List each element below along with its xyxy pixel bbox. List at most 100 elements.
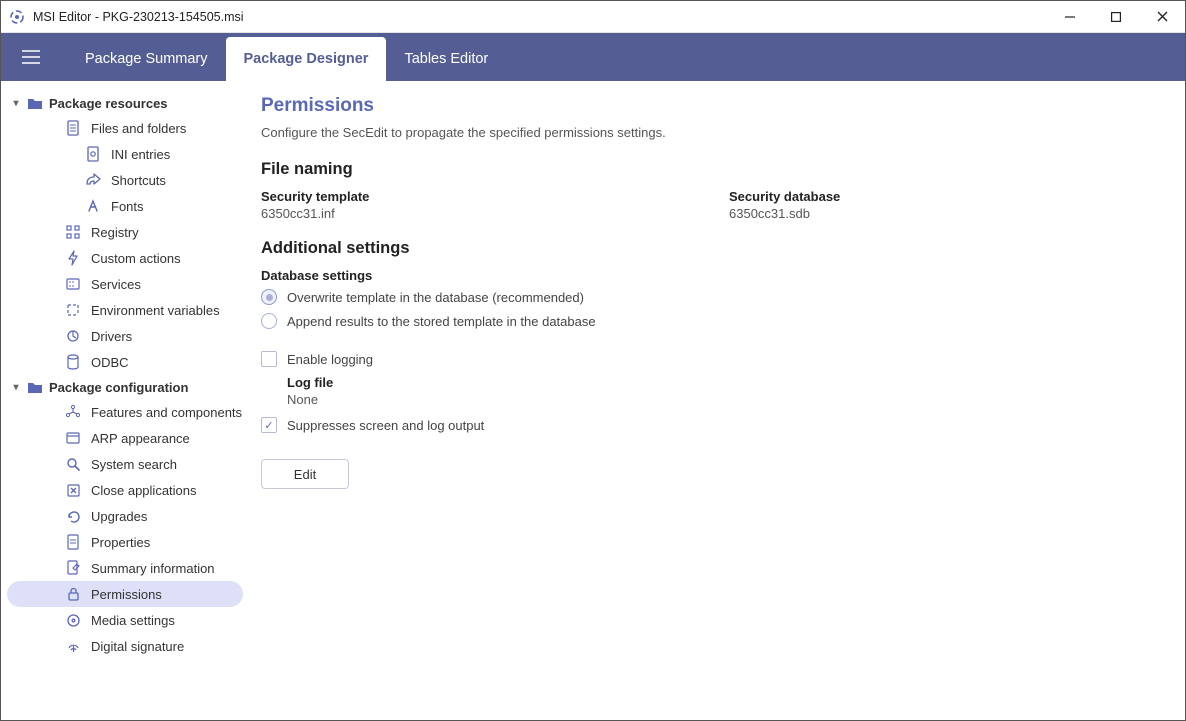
checkbox-enable-logging[interactable]: Enable logging: [261, 351, 1157, 367]
checkbox-suppress-output[interactable]: ✓ Suppresses screen and log output: [261, 417, 1157, 433]
minimize-button[interactable]: [1047, 1, 1093, 33]
sidebar-item-label: Summary information: [91, 561, 215, 576]
maximize-button[interactable]: [1093, 1, 1139, 33]
sidebar-item-shortcuts[interactable]: Shortcuts: [7, 167, 243, 193]
chevron-down-icon: ▾: [11, 98, 21, 109]
tab-tables-editor[interactable]: Tables Editor: [386, 37, 506, 81]
sidebar-item-close-apps[interactable]: Close applications: [7, 477, 243, 503]
drivers-icon: [65, 328, 81, 344]
sidebar-item-label: Properties: [91, 535, 150, 550]
sidebar-item-system-search[interactable]: System search: [7, 451, 243, 477]
security-template-field: Security template 6350cc31.inf: [261, 189, 689, 221]
close-app-icon: [65, 482, 81, 498]
radio-label: Append results to the stored template in…: [287, 314, 596, 329]
edit-doc-icon: [65, 560, 81, 576]
sidebar-item-ini[interactable]: INI entries: [7, 141, 243, 167]
titlebar-controls: [1047, 1, 1185, 33]
disc-icon: [65, 612, 81, 628]
sidebar-item-permissions[interactable]: Permissions: [7, 581, 243, 607]
sidebar-item-odbc[interactable]: ODBC: [7, 349, 243, 375]
log-file-field: Log file None: [287, 375, 1157, 407]
content-panel: Permissions Configure the SecEdit to pro…: [249, 81, 1185, 720]
security-database-value: 6350cc31.sdb: [729, 206, 1157, 221]
properties-icon: [65, 534, 81, 550]
services-icon: [65, 276, 81, 292]
tree-group-resources[interactable]: ▾ Package resources: [7, 91, 243, 115]
log-file-value: None: [287, 392, 1157, 407]
sidebar-item-label: Upgrades: [91, 509, 147, 524]
registry-icon: [65, 224, 81, 240]
checkbox-label: Enable logging: [287, 352, 373, 367]
radio-icon: [261, 289, 277, 305]
radio-overwrite[interactable]: Overwrite template in the database (reco…: [261, 289, 1157, 305]
body: ▾ Package resources Files and folders IN…: [1, 81, 1185, 720]
hamburger-menu[interactable]: [11, 37, 51, 77]
sidebar-item-files-folders[interactable]: Files and folders: [7, 115, 243, 141]
sidebar-item-label: Drivers: [91, 329, 132, 344]
radio-append[interactable]: Append results to the stored template in…: [261, 313, 1157, 329]
sidebar-item-fonts[interactable]: Fonts: [7, 193, 243, 219]
sidebar-item-label: Custom actions: [91, 251, 181, 266]
sidebar-item-label: Permissions: [91, 587, 162, 602]
sidebar-item-upgrades[interactable]: Upgrades: [7, 503, 243, 529]
sidebar-item-services[interactable]: Services: [7, 271, 243, 297]
sidebar-item-label: Registry: [91, 225, 139, 240]
ini-icon: [85, 146, 101, 162]
sidebar-item-label: Shortcuts: [111, 173, 166, 188]
sidebar-item-arp[interactable]: ARP appearance: [7, 425, 243, 451]
page-title: Permissions: [261, 95, 1157, 117]
lock-icon: [65, 586, 81, 602]
ribbon: Package Summary Package Designer Tables …: [1, 33, 1185, 81]
sidebar-item-label: Environment variables: [91, 303, 220, 318]
sidebar-item-label: Features and components: [91, 405, 242, 420]
sidebar-item-registry[interactable]: Registry: [7, 219, 243, 245]
sidebar-item-label: INI entries: [111, 147, 170, 162]
checkbox-label: Suppresses screen and log output: [287, 418, 484, 433]
sidebar-item-label: Close applications: [91, 483, 197, 498]
titlebar-left: MSI Editor - PKG-230213-154505.msi: [9, 9, 244, 25]
sidebar-item-features[interactable]: Features and components: [7, 399, 243, 425]
sidebar-item-summary-info[interactable]: Summary information: [7, 555, 243, 581]
app-logo-icon: [9, 9, 25, 25]
shortcut-icon: [85, 172, 101, 188]
sidebar-item-env-vars[interactable]: Environment variables: [7, 297, 243, 323]
refresh-icon: [65, 508, 81, 524]
sidebar-item-media[interactable]: Media settings: [7, 607, 243, 633]
window-title: MSI Editor - PKG-230213-154505.msi: [33, 10, 244, 24]
folder-icon: [27, 379, 43, 395]
sidebar-item-drivers[interactable]: Drivers: [7, 323, 243, 349]
checkbox-icon: [261, 351, 277, 367]
edit-button[interactable]: Edit: [261, 459, 349, 489]
tab-package-designer[interactable]: Package Designer: [226, 37, 387, 81]
fingerprint-icon: [65, 638, 81, 654]
radio-icon: [261, 313, 277, 329]
sidebar-item-label: Fonts: [111, 199, 144, 214]
sidebar-item-label: Services: [91, 277, 141, 292]
lightning-icon: [65, 250, 81, 266]
document-icon: [65, 120, 81, 136]
env-icon: [65, 302, 81, 318]
tree-group-config[interactable]: ▾ Package configuration: [7, 375, 243, 399]
section-file-naming: File naming: [261, 160, 1157, 179]
sidebar-item-custom-actions[interactable]: Custom actions: [7, 245, 243, 271]
checkbox-icon: ✓: [261, 417, 277, 433]
security-template-value: 6350cc31.inf: [261, 206, 689, 221]
database-settings-label: Database settings: [261, 268, 1157, 283]
titlebar: MSI Editor - PKG-230213-154505.msi: [1, 1, 1185, 33]
sidebar-item-digital-signature[interactable]: Digital signature: [7, 633, 243, 659]
tab-package-summary[interactable]: Package Summary: [67, 37, 226, 81]
page-subtitle: Configure the SecEdit to propagate the s…: [261, 125, 1157, 140]
close-button[interactable]: [1139, 1, 1185, 33]
sidebar-item-properties[interactable]: Properties: [7, 529, 243, 555]
chevron-down-icon: ▾: [11, 382, 21, 393]
sidebar-item-label: ARP appearance: [91, 431, 190, 446]
security-database-label: Security database: [729, 189, 1157, 204]
section-additional: Additional settings: [261, 239, 1157, 258]
components-icon: [65, 404, 81, 420]
sidebar-item-label: Files and folders: [91, 121, 186, 136]
sidebar-item-label: Digital signature: [91, 639, 184, 654]
sidebar-item-label: Media settings: [91, 613, 175, 628]
database-icon: [65, 354, 81, 370]
search-icon: [65, 456, 81, 472]
radio-label: Overwrite template in the database (reco…: [287, 290, 584, 305]
